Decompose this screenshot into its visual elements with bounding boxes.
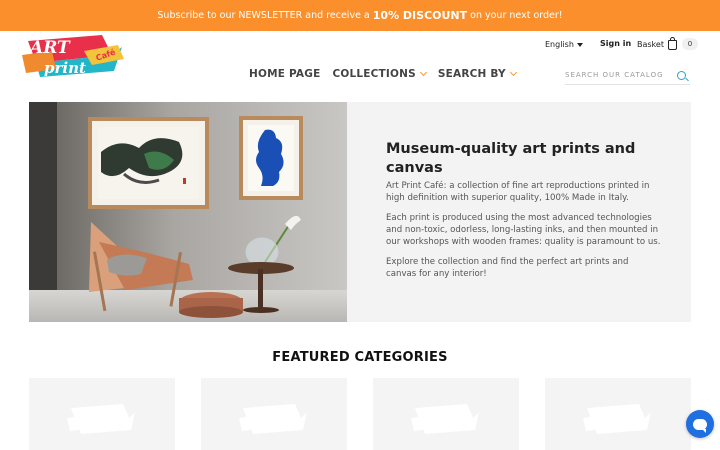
nav-search-by[interactable]: SEARCH BY xyxy=(437,68,517,80)
logo-word-art: ART xyxy=(28,38,71,58)
search-input[interactable] xyxy=(565,71,665,79)
hero-paragraph-2: Each print is produced using the most ad… xyxy=(386,213,661,247)
nav-search-by-label: SEARCH BY xyxy=(437,68,506,80)
category-card[interactable] xyxy=(373,378,519,450)
sign-in-link[interactable]: Sign in xyxy=(600,39,631,48)
hero-title: Museum-quality art prints and canvas xyxy=(386,141,636,176)
featured-categories-heading: FEATURED CATEGORIES xyxy=(272,350,448,365)
nav-collections[interactable]: COLLECTIONS xyxy=(332,68,427,80)
category-card[interactable] xyxy=(29,378,175,450)
hero-text: Museum-quality art prints and canvas Art… xyxy=(386,140,661,288)
placeholder-logo-icon xyxy=(239,404,307,434)
nav-home-page[interactable]: HOME PAGE xyxy=(249,68,320,80)
hero-paragraph-3: Explore the collection and find the perf… xyxy=(386,257,629,279)
chat-button[interactable] xyxy=(686,410,714,438)
newsletter-promo-bar[interactable]: Subscribe to our NEWSLETTER and receive … xyxy=(0,0,720,31)
chevron-down-icon xyxy=(509,68,517,77)
promo-discount: 10% DISCOUNT xyxy=(372,9,468,22)
featured-categories-grid xyxy=(29,378,691,450)
promo-text-after: on your next order! xyxy=(470,10,563,21)
category-card[interactable] xyxy=(545,378,691,450)
nav-collections-label: COLLECTIONS xyxy=(332,68,416,80)
basket-label: Basket xyxy=(637,39,664,49)
chat-bubble-icon xyxy=(693,418,707,433)
caret-down-icon xyxy=(576,42,583,47)
language-selector[interactable]: English xyxy=(545,40,583,49)
hero-interior-image xyxy=(29,102,347,322)
shopping-bag-icon xyxy=(667,37,677,50)
placeholder-logo-icon xyxy=(411,404,479,434)
placeholder-logo-icon xyxy=(67,404,135,434)
search-icon[interactable] xyxy=(677,70,686,80)
catalog-search xyxy=(565,66,690,85)
hero-paragraph-1: Art Print Café: a collection of fine art… xyxy=(386,181,650,203)
category-card[interactable] xyxy=(201,378,347,450)
nav-home-label: HOME PAGE xyxy=(249,68,321,80)
hero-section: Museum-quality art prints and canvas Art… xyxy=(29,102,691,322)
basket-button[interactable]: Basket 0 xyxy=(637,37,698,50)
placeholder-logo-icon xyxy=(583,404,651,434)
logo-word-print: print xyxy=(44,59,86,77)
art-print-cafe-logo[interactable]: ART print Café xyxy=(22,33,124,79)
language-label: English xyxy=(545,40,574,49)
promo-text-before: Subscribe to our NEWSLETTER and receive … xyxy=(157,10,370,21)
basket-count-badge: 0 xyxy=(681,38,698,50)
chevron-down-icon xyxy=(419,68,427,77)
main-navigation: HOME PAGE COLLECTIONS SEARCH BY xyxy=(249,68,528,80)
